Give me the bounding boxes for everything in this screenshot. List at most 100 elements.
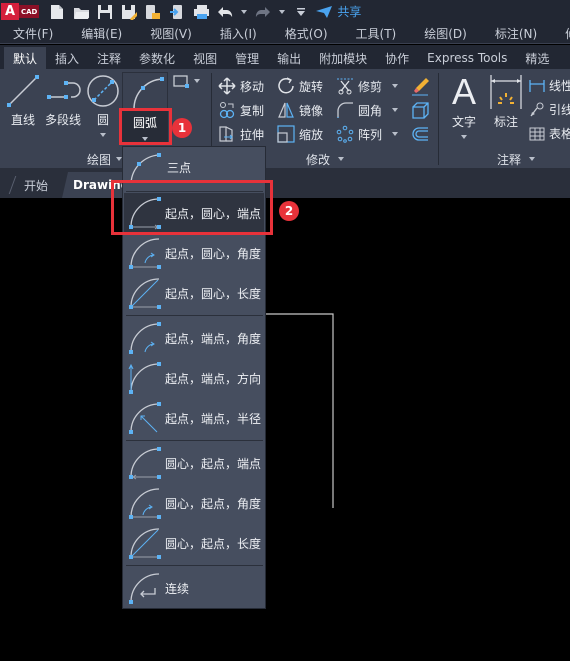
menu-format[interactable]: 格式(O) bbox=[285, 25, 328, 42]
send-to-device-icon[interactable] bbox=[169, 4, 185, 20]
fillet-button[interactable]: 圆角 bbox=[336, 101, 399, 119]
rotate-label: 旋转 bbox=[299, 79, 324, 94]
scale-label: 缩放 bbox=[299, 127, 324, 142]
fillet-dropdown-icon[interactable] bbox=[392, 108, 399, 112]
callout-arc-button bbox=[119, 108, 172, 145]
stretch-label: 拉伸 bbox=[240, 127, 265, 142]
share-label: 共享 bbox=[337, 5, 362, 19]
draw-group-label[interactable]: 绘图 bbox=[87, 151, 111, 168]
redo-dropdown-icon[interactable] bbox=[279, 4, 286, 20]
trim-dropdown-icon[interactable] bbox=[392, 84, 399, 88]
explode-button[interactable] bbox=[410, 100, 430, 120]
arc-option-continue[interactable]: 连续 bbox=[124, 568, 264, 608]
open-from-device-icon[interactable] bbox=[145, 4, 161, 20]
tab-output[interactable]: 输出 bbox=[268, 47, 310, 69]
arc-option-label: 起点，端点，方向 bbox=[165, 371, 262, 386]
table-button[interactable]: 表格 bbox=[529, 125, 570, 142]
tab-collaborate[interactable]: 协作 bbox=[376, 47, 418, 69]
new-file-icon[interactable] bbox=[49, 4, 65, 20]
arc-option-center-start-length[interactable]: 圆心，起点，长度 bbox=[124, 523, 264, 563]
arc-option-label: 起点，圆心，角度 bbox=[165, 246, 262, 261]
arc-start-center-angle-icon bbox=[129, 238, 161, 269]
annotation-group-expand-icon[interactable] bbox=[529, 157, 535, 161]
stretch-button[interactable]: 拉伸 bbox=[218, 125, 264, 143]
separator bbox=[438, 73, 439, 165]
print-icon[interactable] bbox=[193, 4, 210, 20]
circle-button[interactable]: 圆 bbox=[86, 73, 120, 137]
move-button[interactable]: 移动 bbox=[218, 77, 264, 95]
array-button[interactable]: 阵列 bbox=[336, 125, 399, 143]
tab-featured[interactable]: 精选 bbox=[516, 47, 558, 69]
polyline-button[interactable]: 多段线 bbox=[43, 73, 83, 128]
erase-button[interactable] bbox=[410, 76, 430, 96]
circle-dropdown-icon[interactable] bbox=[100, 133, 106, 137]
leader-icon bbox=[530, 102, 544, 116]
arc-start-end-angle-icon bbox=[129, 322, 161, 354]
tab-manage[interactable]: 管理 bbox=[226, 47, 268, 69]
text-dropdown-icon[interactable] bbox=[461, 135, 467, 139]
arc-option-start-end-direction[interactable]: 起点，端点，方向 bbox=[124, 358, 264, 398]
modify-group-label[interactable]: 修改 bbox=[306, 151, 330, 168]
menu-tools[interactable]: 工具(T) bbox=[356, 25, 397, 42]
arc-option-center-start-end[interactable]: 圆心，起点，端点 bbox=[124, 443, 264, 483]
linear-dim-button[interactable]: 线性 bbox=[529, 77, 570, 94]
save-as-icon[interactable] bbox=[121, 4, 138, 20]
tab-view[interactable]: 视图 bbox=[184, 47, 226, 69]
menu-draw[interactable]: 绘图(D) bbox=[424, 25, 467, 42]
tab-insert[interactable]: 插入 bbox=[46, 47, 88, 69]
arc-option-label: 起点，端点，角度 bbox=[165, 331, 262, 346]
undo-icon[interactable] bbox=[217, 4, 233, 20]
menu-dimension[interactable]: 标注(N) bbox=[495, 25, 537, 42]
arc-option-start-center-length[interactable]: 起点，圆心，长度 bbox=[124, 273, 264, 313]
copy-button[interactable]: 复制 bbox=[218, 101, 264, 119]
doc-tab-start[interactable]: 开始 bbox=[10, 172, 48, 198]
save-icon[interactable] bbox=[97, 4, 113, 20]
tab-parametric[interactable]: 参数化 bbox=[130, 47, 184, 69]
menu-file[interactable]: 文件(F) bbox=[13, 25, 53, 42]
redo-icon[interactable] bbox=[255, 4, 271, 20]
arc-option-start-center-angle[interactable]: 起点，圆心，角度 bbox=[124, 233, 264, 273]
arc-option-center-start-angle[interactable]: 圆心，起点，角度 bbox=[124, 483, 264, 523]
circle-icon bbox=[87, 75, 119, 107]
modify-group-expand-icon[interactable] bbox=[338, 157, 344, 161]
stretch-icon bbox=[219, 126, 233, 142]
polyline-icon bbox=[47, 81, 81, 99]
menu-bar: 文件(F) 编辑(E) 视图(V) 插入(I) 格式(O) 工具(T) 绘图(D… bbox=[0, 23, 570, 44]
customize-qat-icon[interactable] bbox=[293, 4, 309, 20]
arc-option-label: 三点 bbox=[167, 160, 192, 175]
rotate-button[interactable]: 旋转 bbox=[277, 77, 323, 95]
trim-button[interactable]: 修剪 bbox=[336, 77, 399, 95]
annotation-group-label[interactable]: 注释 bbox=[497, 151, 521, 168]
share-button[interactable]: 共享 bbox=[315, 3, 361, 20]
menu-view[interactable]: 视图(V) bbox=[150, 25, 192, 42]
scale-button[interactable]: 缩放 bbox=[277, 125, 323, 143]
undo-dropdown-icon[interactable] bbox=[241, 4, 248, 20]
open-folder-icon[interactable] bbox=[73, 4, 90, 20]
arc-start-center-length-icon bbox=[129, 278, 161, 309]
arc-option-start-end-angle[interactable]: 起点，端点，角度 bbox=[124, 318, 264, 358]
drawing-canvas[interactable] bbox=[0, 198, 570, 661]
move-label: 移动 bbox=[240, 79, 265, 94]
array-dropdown-icon[interactable] bbox=[392, 132, 399, 136]
app-logo[interactable]: A CAD bbox=[1, 3, 40, 20]
arc-start-end-direction-icon bbox=[128, 362, 161, 394]
tab-express-tools[interactable]: Express Tools bbox=[418, 47, 516, 69]
line-button[interactable]: 直线 bbox=[4, 73, 42, 128]
rectangle-button[interactable] bbox=[172, 73, 200, 89]
table-icon bbox=[529, 127, 545, 140]
offset-button[interactable] bbox=[410, 124, 430, 144]
menu-insert[interactable]: 插入(I) bbox=[220, 25, 257, 42]
tab-default[interactable]: 默认 bbox=[4, 47, 47, 69]
logo-letter: A bbox=[1, 3, 19, 20]
text-button[interactable]: A 文字 bbox=[447, 73, 481, 139]
arc-center-start-end-icon bbox=[129, 447, 161, 480]
mirror-button[interactable]: 镜像 bbox=[277, 101, 323, 119]
menu-modify[interactable]: 修改(M) bbox=[565, 25, 570, 42]
menu-edit[interactable]: 编辑(E) bbox=[81, 25, 122, 42]
dimension-button[interactable]: 标注 bbox=[489, 73, 523, 130]
arc-option-start-end-radius[interactable]: 起点，端点，半径 bbox=[124, 398, 264, 438]
line-icon bbox=[7, 75, 39, 107]
tab-annotate[interactable]: 注释 bbox=[88, 47, 130, 69]
tab-addins[interactable]: 附加模块 bbox=[310, 47, 376, 69]
leader-button[interactable]: 引线 bbox=[529, 101, 570, 118]
